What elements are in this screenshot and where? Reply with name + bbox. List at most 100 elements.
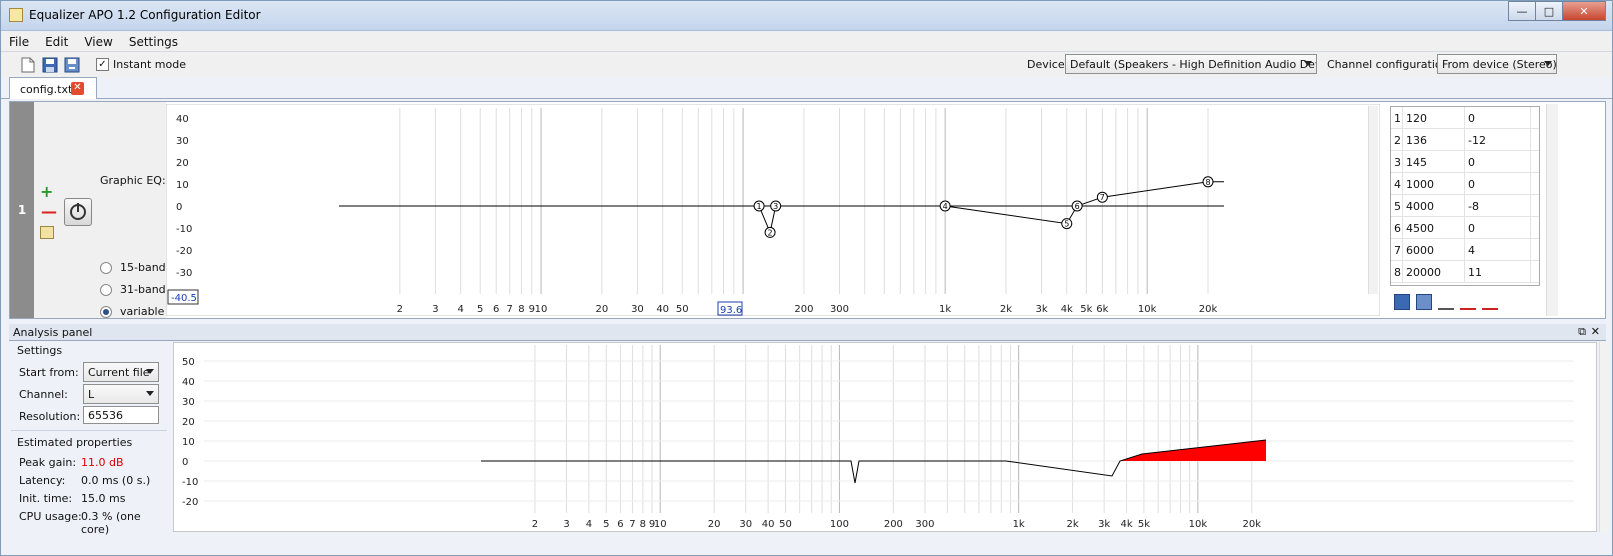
table-row[interactable]: 7 6000 4	[1391, 239, 1539, 261]
close-icon[interactable]: ✕	[71, 82, 84, 95]
point-index-cell[interactable]: 3	[1391, 151, 1403, 172]
point-index-cell[interactable]: 7	[1391, 239, 1403, 260]
wave-icon[interactable]	[1438, 294, 1454, 310]
eq-y-tick: 30	[176, 136, 189, 147]
window-title: Equalizer APO 1.2 Configuration Editor	[29, 8, 261, 22]
table-row[interactable]: 2 136 -12	[1391, 129, 1539, 151]
table-row[interactable]: 3 145 0	[1391, 151, 1539, 173]
eq-x-tick: 2	[397, 304, 403, 315]
start-from-select[interactable]: Current file	[83, 362, 159, 382]
channel-label: Channel:	[19, 388, 68, 401]
analysis-scrollbar[interactable]	[1599, 342, 1609, 532]
frequency-cell[interactable]: 120	[1403, 107, 1465, 128]
remove-filter-icon[interactable]: —	[41, 202, 57, 221]
point-index-cell[interactable]: 5	[1391, 195, 1403, 216]
eq-x-tick: 300	[830, 304, 849, 315]
cursor-value: 93.6	[720, 305, 742, 316]
tab-strip: config.txt ✕	[1, 77, 1612, 99]
instant-mode-label: Instant mode	[113, 58, 186, 71]
point-index-cell[interactable]: 8	[1391, 261, 1403, 282]
eq-point-label: 2	[768, 228, 773, 237]
menu-edit[interactable]: Edit	[37, 32, 76, 51]
save-as-button[interactable]	[63, 56, 81, 74]
table-row[interactable]: 8 20000 11	[1391, 261, 1539, 283]
analysis-x-tick: 200	[884, 519, 903, 530]
point-index-cell[interactable]: 2	[1391, 129, 1403, 150]
eq-graph[interactable]: 403020100-10-20-30 2 3 4 5 6 7 8 9 10 20 30 40 50 200…	[166, 104, 1380, 316]
gain-cell[interactable]: -12	[1465, 129, 1531, 150]
menu-view[interactable]: View	[76, 32, 120, 51]
gain-cell[interactable]: 11	[1465, 261, 1531, 282]
raise-icon[interactable]	[1482, 294, 1498, 310]
frequency-cell[interactable]: 1000	[1403, 173, 1465, 194]
radio-15-band[interactable]	[100, 262, 112, 274]
table-row[interactable]: 6 4500 0	[1391, 217, 1539, 239]
eq-point-label: 6	[1075, 202, 1080, 211]
chevron-down-icon	[146, 369, 154, 374]
radio-31-band[interactable]	[100, 284, 112, 296]
eq-scrollbar[interactable]	[1368, 106, 1378, 294]
settings-group-title: Settings	[17, 344, 63, 357]
channel-config-select[interactable]: From device (Stereo)	[1437, 54, 1557, 74]
frequency-cell[interactable]: 136	[1403, 129, 1465, 150]
gain-cell[interactable]: 0	[1465, 173, 1531, 194]
points-table: 1 120 0 2 136 -12 3 145 0 4 1000 0 5 4000 -8 6 4500 0 7 600…	[1390, 106, 1540, 286]
maximize-button[interactable]: □	[1535, 1, 1563, 21]
tab-config[interactable]: config.txt ✕	[9, 77, 97, 99]
gain-cell[interactable]: 4	[1465, 239, 1531, 260]
point-index-cell[interactable]: 4	[1391, 173, 1403, 194]
frequency-cell[interactable]: 4500	[1403, 217, 1465, 238]
analysis-panel-title: Analysis panel	[13, 326, 93, 339]
table-row[interactable]: 4 1000 0	[1391, 173, 1539, 195]
resolution-spinbox[interactable]: 65536	[83, 406, 159, 424]
close-button[interactable]: ✕	[1562, 1, 1606, 21]
editor-scrollbar[interactable]	[1546, 104, 1558, 316]
analysis-x-tick: 40	[762, 519, 775, 530]
eq-point-label: 4	[943, 202, 948, 211]
save-button[interactable]	[41, 56, 59, 74]
new-file-button[interactable]	[19, 56, 37, 74]
close-panel-icon[interactable]: ✕	[1591, 325, 1600, 338]
point-index-cell[interactable]: 6	[1391, 217, 1403, 238]
cpu-usage-value: 0.3 % (one core)	[81, 510, 141, 536]
save-icon[interactable]	[1394, 294, 1410, 310]
gain-cell[interactable]: -8	[1465, 195, 1531, 216]
menu-file[interactable]: File	[1, 32, 37, 51]
gain-cell[interactable]: 0	[1465, 107, 1531, 128]
channel-select[interactable]: L	[83, 384, 159, 404]
eq-x-tick: 3k	[1035, 304, 1047, 315]
minimize-button[interactable]: —	[1508, 1, 1536, 21]
analysis-x-tick: 20	[708, 519, 721, 530]
float-panel-icon[interactable]: ⧉	[1578, 325, 1586, 339]
frequency-cell[interactable]: 4000	[1403, 195, 1465, 216]
table-row[interactable]: 1 120 0	[1391, 107, 1539, 129]
analysis-x-axis: 2 3 4 5 6 7 8 910 20 30 40 50 100 200 300 1k 2k 3k 4k 5k 10k…	[532, 519, 1262, 530]
analysis-y-tick: 10	[182, 437, 195, 448]
eq-y-tick: 40	[176, 114, 189, 125]
analysis-x-tick: 10	[654, 519, 667, 530]
menu-settings[interactable]: Settings	[121, 32, 186, 51]
point-index-cell[interactable]: 1	[1391, 107, 1403, 128]
table-row[interactable]: 5 4000 -8	[1391, 195, 1539, 217]
radio-variable[interactable]	[100, 306, 112, 318]
menu-bar: File Edit View Settings	[1, 32, 1612, 52]
analysis-settings: Settings Start from: Current file Channe…	[9, 342, 169, 536]
gain-cell[interactable]: 0	[1465, 151, 1531, 172]
device-label: Device:	[1027, 58, 1069, 71]
peak-icon[interactable]	[1460, 294, 1476, 310]
frequency-cell[interactable]: 6000	[1403, 239, 1465, 260]
gain-cell[interactable]: 0	[1465, 217, 1531, 238]
power-toggle-button[interactable]	[64, 198, 92, 226]
eq-x-tick: 7	[507, 304, 513, 315]
edit-filter-icon[interactable]	[40, 226, 54, 239]
eq-x-tick: 4k	[1061, 304, 1073, 315]
add-filter-icon[interactable]: +	[40, 182, 53, 201]
chevron-down-icon	[1544, 61, 1552, 66]
instant-mode-checkbox[interactable]: ✓	[96, 58, 109, 71]
estimated-properties-title: Estimated properties	[17, 436, 133, 449]
channel-config-value: From device (Stereo)	[1442, 58, 1557, 71]
frequency-cell[interactable]: 20000	[1403, 261, 1465, 282]
import-icon[interactable]	[1416, 294, 1432, 310]
frequency-cell[interactable]: 145	[1403, 151, 1465, 172]
device-select[interactable]: Default (Speakers - High Definition Audi…	[1065, 54, 1317, 74]
